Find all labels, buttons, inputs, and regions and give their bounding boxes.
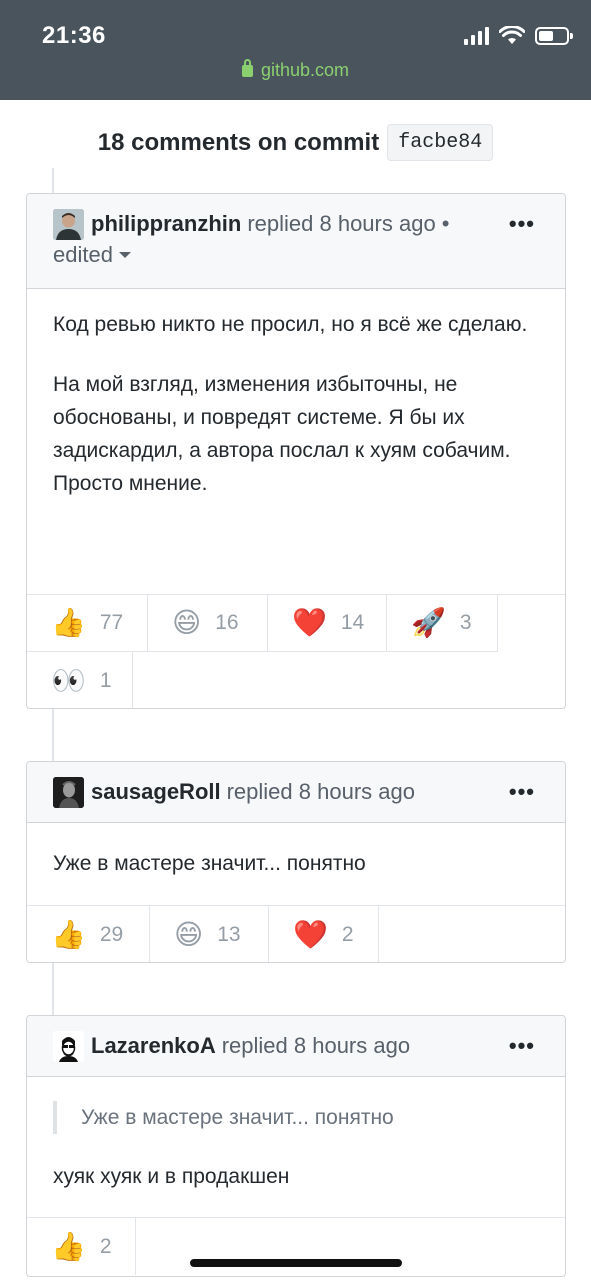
heart-icon: ❤️ (292, 607, 327, 638)
reaction-heart[interactable]: ❤️ 2 (269, 906, 379, 962)
lock-icon (241, 59, 253, 77)
comment-meta: replied 8 hours ago (221, 1033, 411, 1058)
page-title: 18 comments on commit (97, 128, 380, 156)
thumbs-up-icon: 👍 (51, 918, 86, 950)
comment-author-link[interactable]: philippranzhin (91, 208, 241, 240)
comment-body: Код ревью никто не просил, но я всё же с… (27, 289, 565, 594)
timeline-line (52, 168, 54, 194)
comment-paragraph: На мой взгляд, изменения избыточны, не о… (53, 373, 511, 462)
avatar[interactable] (53, 1030, 84, 1062)
smile-icon: 😄 (172, 607, 202, 638)
reaction-thumbs-up[interactable]: 👍 29 (27, 906, 150, 962)
reaction-count: 16 (215, 611, 239, 634)
reaction-thumbs-up[interactable]: 👍 77 (27, 595, 148, 652)
timeline-line (52, 708, 54, 762)
eyes-icon: 👀 (51, 664, 86, 696)
avatar[interactable] (53, 208, 84, 240)
comment-author-link[interactable]: LazarenkoA (91, 1030, 216, 1062)
quoted-reply: Уже в мастере значит... понятно (53, 1101, 539, 1134)
reactions-bar: 👍 29 😄 13 ❤️ 2 (27, 905, 565, 962)
timeline-line (52, 962, 54, 1016)
comment-card: LazarenkoA replied 8 hours ago ••• Уже в… (26, 1015, 566, 1277)
reaction-count: 3 (459, 611, 472, 634)
reaction-smile[interactable]: 😄 16 (148, 595, 268, 652)
reaction-count: 2 (99, 1234, 112, 1258)
commit-sha-link[interactable]: facbe84 (387, 124, 494, 161)
caret-down-icon (118, 252, 131, 258)
rocket-icon: 🚀 (411, 607, 446, 638)
heart-icon: ❤️ (293, 918, 328, 950)
more-options-button[interactable]: ••• (509, 1033, 535, 1059)
home-indicator[interactable] (190, 1259, 402, 1267)
reaction-count: 13 (217, 922, 241, 946)
battery-icon (535, 27, 573, 45)
thumbs-up-icon: 👍 (51, 1230, 86, 1262)
reaction-eyes[interactable]: 👀 1 (27, 652, 133, 708)
reaction-count: 2 (341, 922, 354, 946)
comment-body: Уже в мастере значит... понятно хуяк хуя… (27, 1077, 565, 1217)
url-bar[interactable]: github.com (0, 59, 591, 81)
comment-meta: replied 8 hours ago (226, 779, 415, 804)
reaction-heart[interactable]: ❤️ 14 (268, 595, 387, 652)
smile-icon: 😄 (174, 918, 204, 950)
comment-header: sausageRoll replied 8 hours ago ••• (27, 762, 565, 823)
signal-icon (464, 27, 489, 45)
comment-paragraph: хуяк хуяк и в продакшен (53, 1165, 290, 1188)
comment-card: philippranzhin replied 8 hours ago • edi… (26, 193, 566, 709)
reaction-rocket[interactable]: 🚀 3 (387, 595, 498, 652)
reaction-count: 1 (99, 668, 112, 692)
reactions-bar: 👍 77 😄 16 ❤️ 14 🚀 3 👀 1 (27, 594, 565, 708)
thumbs-up-icon: 👍 (51, 607, 86, 638)
comment-body: Уже в мастере значит... понятно (27, 823, 565, 905)
comment-header: philippranzhin replied 8 hours ago • edi… (27, 194, 565, 289)
comments-header: 18 comments on commit facbe84 (0, 124, 591, 161)
wifi-icon (499, 26, 525, 44)
more-options-button[interactable]: ••• (509, 779, 535, 805)
comment-author-link[interactable]: sausageRoll (91, 776, 221, 808)
avatar[interactable] (53, 776, 84, 808)
reaction-count: 14 (340, 611, 365, 634)
system-icons (464, 26, 573, 46)
edited-label: edited (53, 242, 113, 267)
reaction-smile[interactable]: 😄 13 (150, 906, 269, 962)
reaction-count: 77 (99, 611, 124, 634)
browser-top-bar: 21:36 github.com (0, 0, 591, 100)
reaction-thumbs-up[interactable]: 👍 2 (27, 1218, 136, 1275)
url-text: github.com (260, 60, 350, 80)
comment-meta: replied 8 hours ago • (247, 211, 450, 236)
comment-paragraph: Просто мнение. (53, 472, 208, 495)
status-time: 21:36 (42, 22, 106, 49)
comment-header: LazarenkoA replied 8 hours ago ••• (27, 1016, 565, 1077)
edited-dropdown[interactable]: edited (53, 240, 539, 270)
comment-paragraph: Уже в мастере значит... понятно (53, 852, 366, 875)
reaction-count: 29 (99, 922, 124, 946)
comment-card: sausageRoll replied 8 hours ago ••• Уже … (26, 761, 566, 963)
comment-paragraph: Код ревью никто не просил, но я всё же с… (53, 313, 528, 336)
more-options-button[interactable]: ••• (509, 211, 535, 237)
